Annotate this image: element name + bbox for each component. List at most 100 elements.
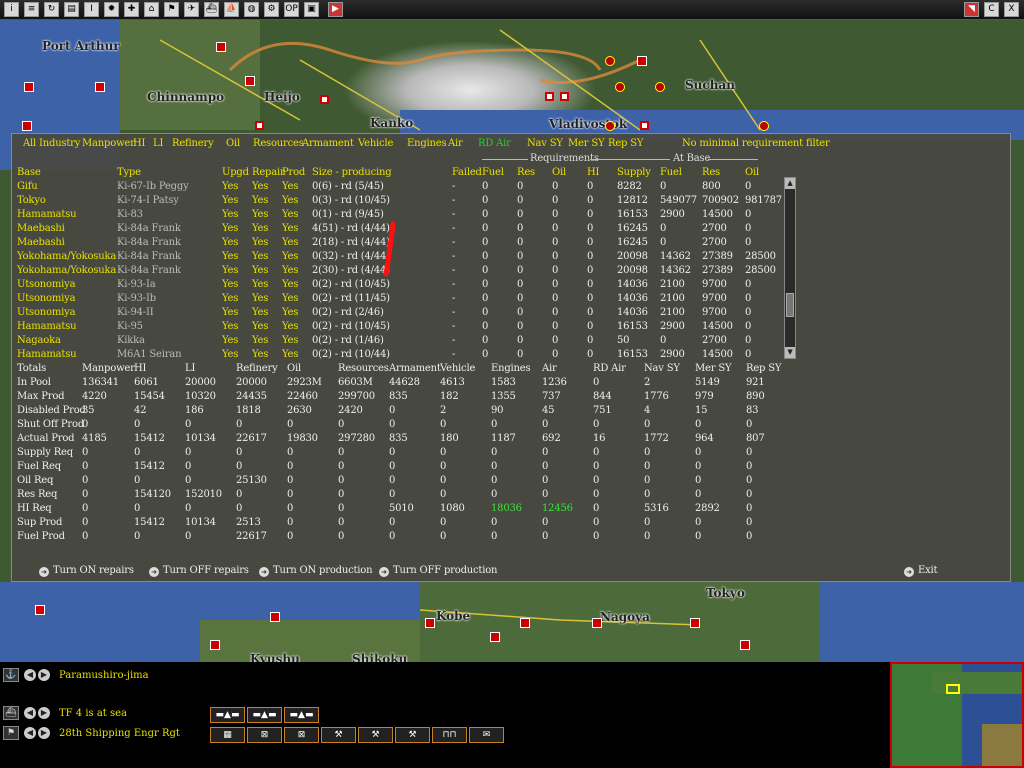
city-label[interactable]: Nagoya [600, 610, 650, 624]
column-header[interactable]: Fuel [482, 167, 504, 178]
aircraft-icon[interactable]: ✈ [184, 2, 199, 17]
turn-off-repairs-button[interactable]: ➜ Turn OFF repairs [149, 565, 249, 577]
unit-type-icon[interactable]: ⚒ [358, 727, 393, 743]
city-label[interactable]: Port Arthur [42, 39, 120, 53]
base-marker-icon[interactable] [320, 95, 329, 104]
soviet-unit-icon[interactable] [615, 82, 625, 92]
column-header[interactable]: Type [117, 167, 141, 178]
filter-vehicle[interactable]: Vehicle [358, 138, 393, 149]
flag-icon[interactable]: ⚑ [164, 2, 179, 17]
city-label[interactable]: Suchan [685, 78, 735, 92]
filter-manpower[interactable]: Manpower [82, 138, 135, 149]
soviet-unit-icon[interactable] [655, 82, 665, 92]
city-label[interactable]: Vladivostok [549, 117, 627, 131]
base-marker-icon[interactable] [637, 56, 647, 66]
filter-armament[interactable]: Armament [302, 138, 354, 149]
next-arrow-icon[interactable]: ▶ [38, 727, 50, 739]
column-header[interactable]: Oil [552, 167, 566, 178]
base-marker-icon[interactable] [740, 640, 750, 650]
play-icon[interactable]: ▶ [328, 2, 343, 17]
base-marker-icon[interactable] [210, 640, 220, 650]
column-header[interactable]: HI [587, 167, 599, 178]
back-icon[interactable]: ◥ [964, 2, 979, 17]
flag-icon[interactable]: ⚑ [3, 726, 19, 740]
unit-type-icon[interactable]: ⊠ [284, 727, 319, 743]
task-force-label[interactable]: TF 4 is at sea [59, 708, 127, 724]
base-marker-icon[interactable] [425, 618, 435, 628]
op-icon[interactable]: OP [284, 2, 299, 17]
ship-icon[interactable]: ⛴ [204, 2, 219, 17]
filter-refinery[interactable]: Refinery [172, 138, 214, 149]
prev-arrow-icon[interactable]: ◀ [24, 707, 36, 719]
ship-silhouette-icon[interactable]: ▬▲▬ [210, 707, 245, 723]
factory-icon[interactable]: ⌂ [144, 2, 159, 17]
minimap-viewport[interactable] [946, 684, 960, 694]
filter-mer-sy[interactable]: Mer SY [568, 138, 605, 149]
close-icon[interactable]: C [984, 2, 999, 17]
next-arrow-icon[interactable]: ▶ [38, 707, 50, 719]
soviet-unit-icon[interactable] [605, 56, 615, 66]
unit-type-icon[interactable]: ⚒ [395, 727, 430, 743]
soviet-unit-icon[interactable] [759, 121, 769, 131]
base-marker-icon[interactable] [255, 121, 264, 130]
intel-icon[interactable]: I [84, 2, 99, 17]
column-header[interactable]: Res [702, 167, 720, 178]
scroll-down-icon[interactable]: ▼ [785, 347, 795, 358]
image-icon[interactable]: ▣ [304, 2, 319, 17]
unit-type-icon[interactable]: ⊓⊓ [432, 727, 467, 743]
ship-silhouette-icon[interactable]: ▬▲▬ [284, 707, 319, 723]
city-label[interactable]: Kanko [370, 116, 413, 130]
ship-icon[interactable]: ⛴ [3, 706, 19, 720]
unit-label[interactable]: 28th Shipping Engr Rgt [59, 728, 180, 744]
loop-icon[interactable]: ↻ [44, 2, 59, 17]
city-label[interactable]: Kyushu [250, 652, 300, 662]
column-header[interactable]: Fuel [660, 167, 682, 178]
japan-flag-icon[interactable]: ✹ [104, 2, 119, 17]
minimap[interactable] [890, 662, 1024, 768]
unit-type-icon[interactable]: ▦ [210, 727, 245, 743]
selected-base-label[interactable]: Paramushiro-jima [59, 670, 149, 686]
filter-no-minimal-requirement[interactable]: No minimal requirement filter [682, 138, 830, 149]
turn-off-production-button[interactable]: ➜ Turn OFF production [379, 565, 497, 577]
base-marker-icon[interactable] [216, 42, 226, 52]
turn-on-production-button[interactable]: ➜ Turn ON production [259, 565, 373, 577]
scroll-thumb[interactable] [786, 293, 794, 317]
filter-all-industry[interactable]: All Industry [23, 138, 80, 149]
base-marker-icon[interactable] [24, 82, 34, 92]
ship-silhouette-icon[interactable]: ▬▲▬ [247, 707, 282, 723]
base-marker-icon[interactable] [690, 618, 700, 628]
base-marker-icon[interactable] [22, 121, 32, 131]
base-marker-icon[interactable] [245, 76, 255, 86]
globe-icon[interactable]: ◍ [244, 2, 259, 17]
column-header[interactable]: Size - producing [312, 167, 392, 178]
base-marker-icon[interactable] [520, 618, 530, 628]
medal-icon[interactable]: ✚ [124, 2, 139, 17]
base-marker-icon[interactable] [640, 121, 649, 130]
base-marker-icon[interactable] [95, 82, 105, 92]
filter-resources[interactable]: Resources [253, 138, 304, 149]
turn-on-repairs-button[interactable]: ➜ Turn ON repairs [39, 565, 134, 577]
city-label[interactable]: Kobe [436, 609, 470, 623]
filter-air[interactable]: Air [448, 138, 463, 149]
base-marker-icon[interactable] [490, 632, 500, 642]
city-label[interactable]: Shikoku [352, 652, 407, 662]
column-header[interactable]: Prod [282, 167, 305, 178]
city-label[interactable]: Heijo [264, 90, 300, 104]
next-arrow-icon[interactable]: ▶ [38, 669, 50, 681]
column-header[interactable]: Repair [252, 167, 285, 178]
info-icon[interactable]: i [4, 2, 19, 17]
column-header[interactable]: Failed [452, 167, 482, 178]
prev-arrow-icon[interactable]: ◀ [24, 669, 36, 681]
filter-hi[interactable]: HI [133, 138, 145, 149]
prev-arrow-icon[interactable]: ◀ [24, 727, 36, 739]
column-header[interactable]: Oil [745, 167, 759, 178]
base-marker-icon[interactable] [35, 605, 45, 615]
filter-nav-sy[interactable]: Nav SY [527, 138, 563, 149]
column-header[interactable]: Base [17, 167, 41, 178]
column-header[interactable]: Res [517, 167, 535, 178]
exit-icon[interactable]: X [1004, 2, 1019, 17]
soviet-unit-icon[interactable] [605, 121, 615, 131]
filter-li[interactable]: LI [153, 138, 163, 149]
city-label[interactable]: Chinnampo [147, 90, 224, 104]
unit-type-icon[interactable]: ⚒ [321, 727, 356, 743]
